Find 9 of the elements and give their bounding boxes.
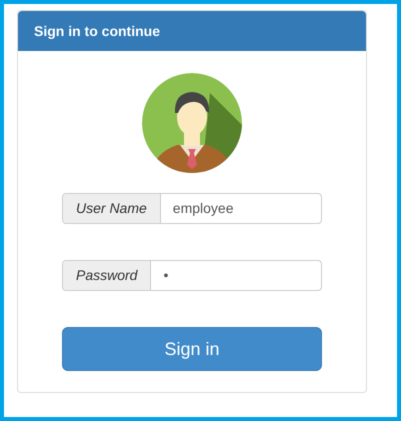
field-value: • <box>162 266 170 285</box>
input-field[interactable]: User Name employee <box>62 193 322 224</box>
field-value: employee <box>172 199 234 218</box>
field-label: User Name <box>63 194 161 223</box>
field-label: Password <box>63 261 152 290</box>
panel-title: Sign in to continue <box>34 22 160 41</box>
sign-in-button[interactable]: Sign in <box>62 327 322 371</box>
avatar-icon <box>142 73 242 173</box>
input-field[interactable]: Password • <box>62 260 322 291</box>
